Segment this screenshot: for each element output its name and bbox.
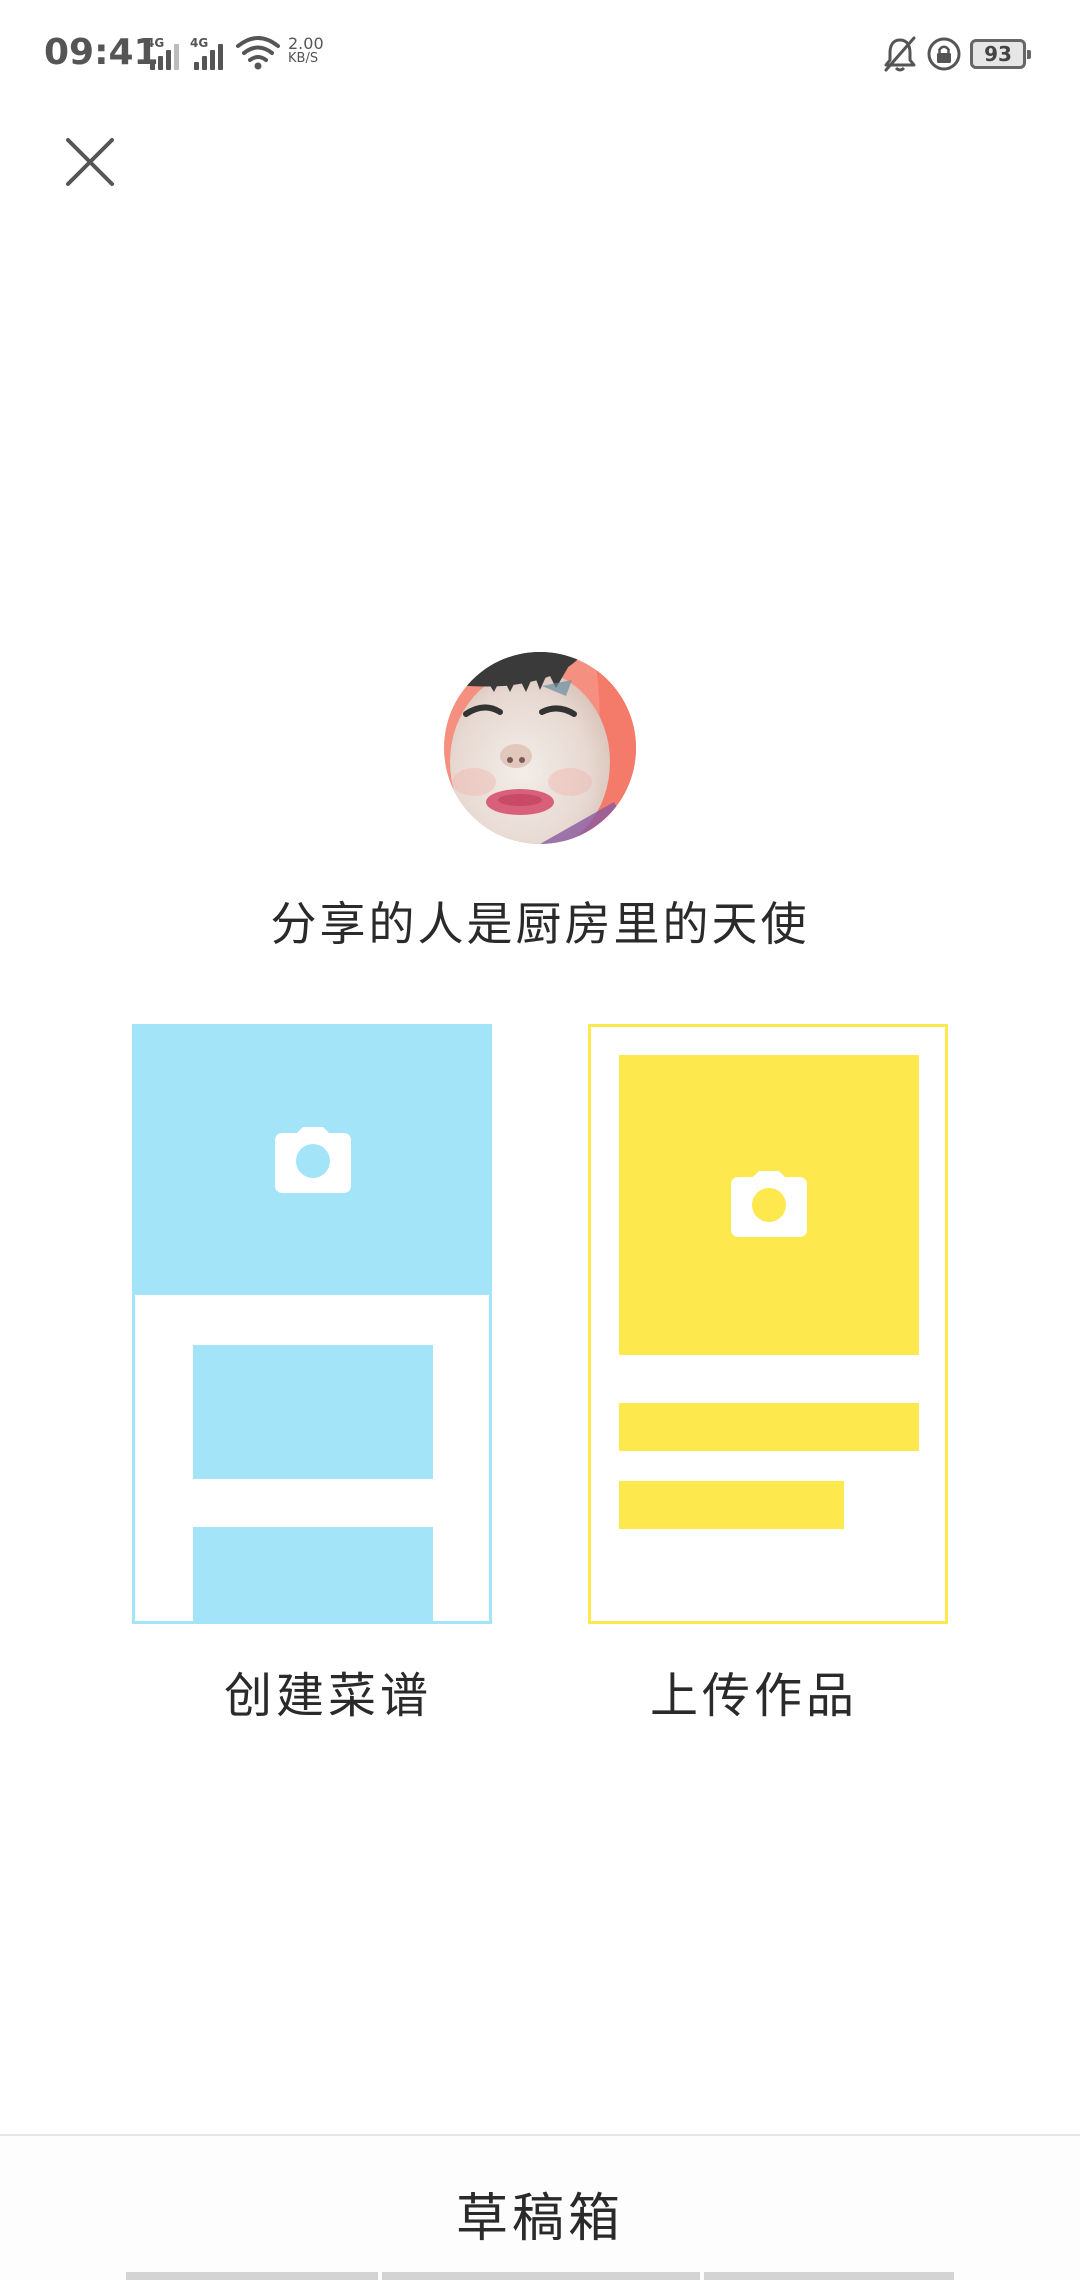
works-text-placeholder: [619, 1403, 919, 1451]
close-button[interactable]: [50, 120, 130, 200]
network-type-label: 4G: [146, 36, 165, 50]
bell-muted-icon: [884, 36, 916, 72]
network-speed-unit: KB/S: [288, 51, 319, 66]
drafts-button[interactable]: 草稿箱: [0, 2134, 1080, 2280]
camera-icon: [731, 1171, 807, 1237]
network-speed: 2.00 KB/S: [288, 34, 336, 67]
bottom-strip: [704, 2272, 954, 2280]
bottom-strip: [126, 2272, 378, 2280]
network-type-label: 4G: [190, 36, 209, 50]
battery-level: 93: [984, 42, 1012, 66]
network-speed-value: 2.00: [288, 34, 324, 53]
cellular-signal-icon: 4G: [146, 36, 186, 70]
wifi-icon: [236, 36, 280, 70]
create-recipe-label[interactable]: 创建菜谱: [148, 1656, 508, 1726]
avatar-image: [444, 652, 636, 844]
slogan-text: 分享的人是厨房里的天使: [270, 897, 810, 951]
recipe-step-placeholder: [193, 1527, 433, 1621]
camera-icon: [275, 1127, 351, 1193]
upload-works-label[interactable]: 上传作品: [574, 1656, 934, 1726]
rotation-lock-icon: [927, 37, 961, 71]
works-text-placeholder: [619, 1481, 844, 1529]
status-bar: 09:41 4G 4G 2.00 KB/S 93: [0, 0, 1080, 110]
battery-icon: 93: [970, 39, 1031, 69]
recipe-step-placeholder: [193, 1345, 433, 1479]
create-recipe-card[interactable]: [132, 1024, 492, 1624]
avatar[interactable]: [444, 652, 636, 844]
cellular-signal-icon: 4G: [190, 36, 230, 70]
drafts-label: 草稿箱: [455, 2189, 624, 2249]
status-time: 09:41: [44, 32, 159, 73]
bottom-strip: [382, 2272, 700, 2280]
upload-works-card[interactable]: [588, 1024, 948, 1624]
screen: 09:41 4G 4G 2.00 KB/S 93 分享的人是厨房里的天使 创建菜…: [0, 0, 1080, 2280]
close-icon: [66, 138, 114, 186]
